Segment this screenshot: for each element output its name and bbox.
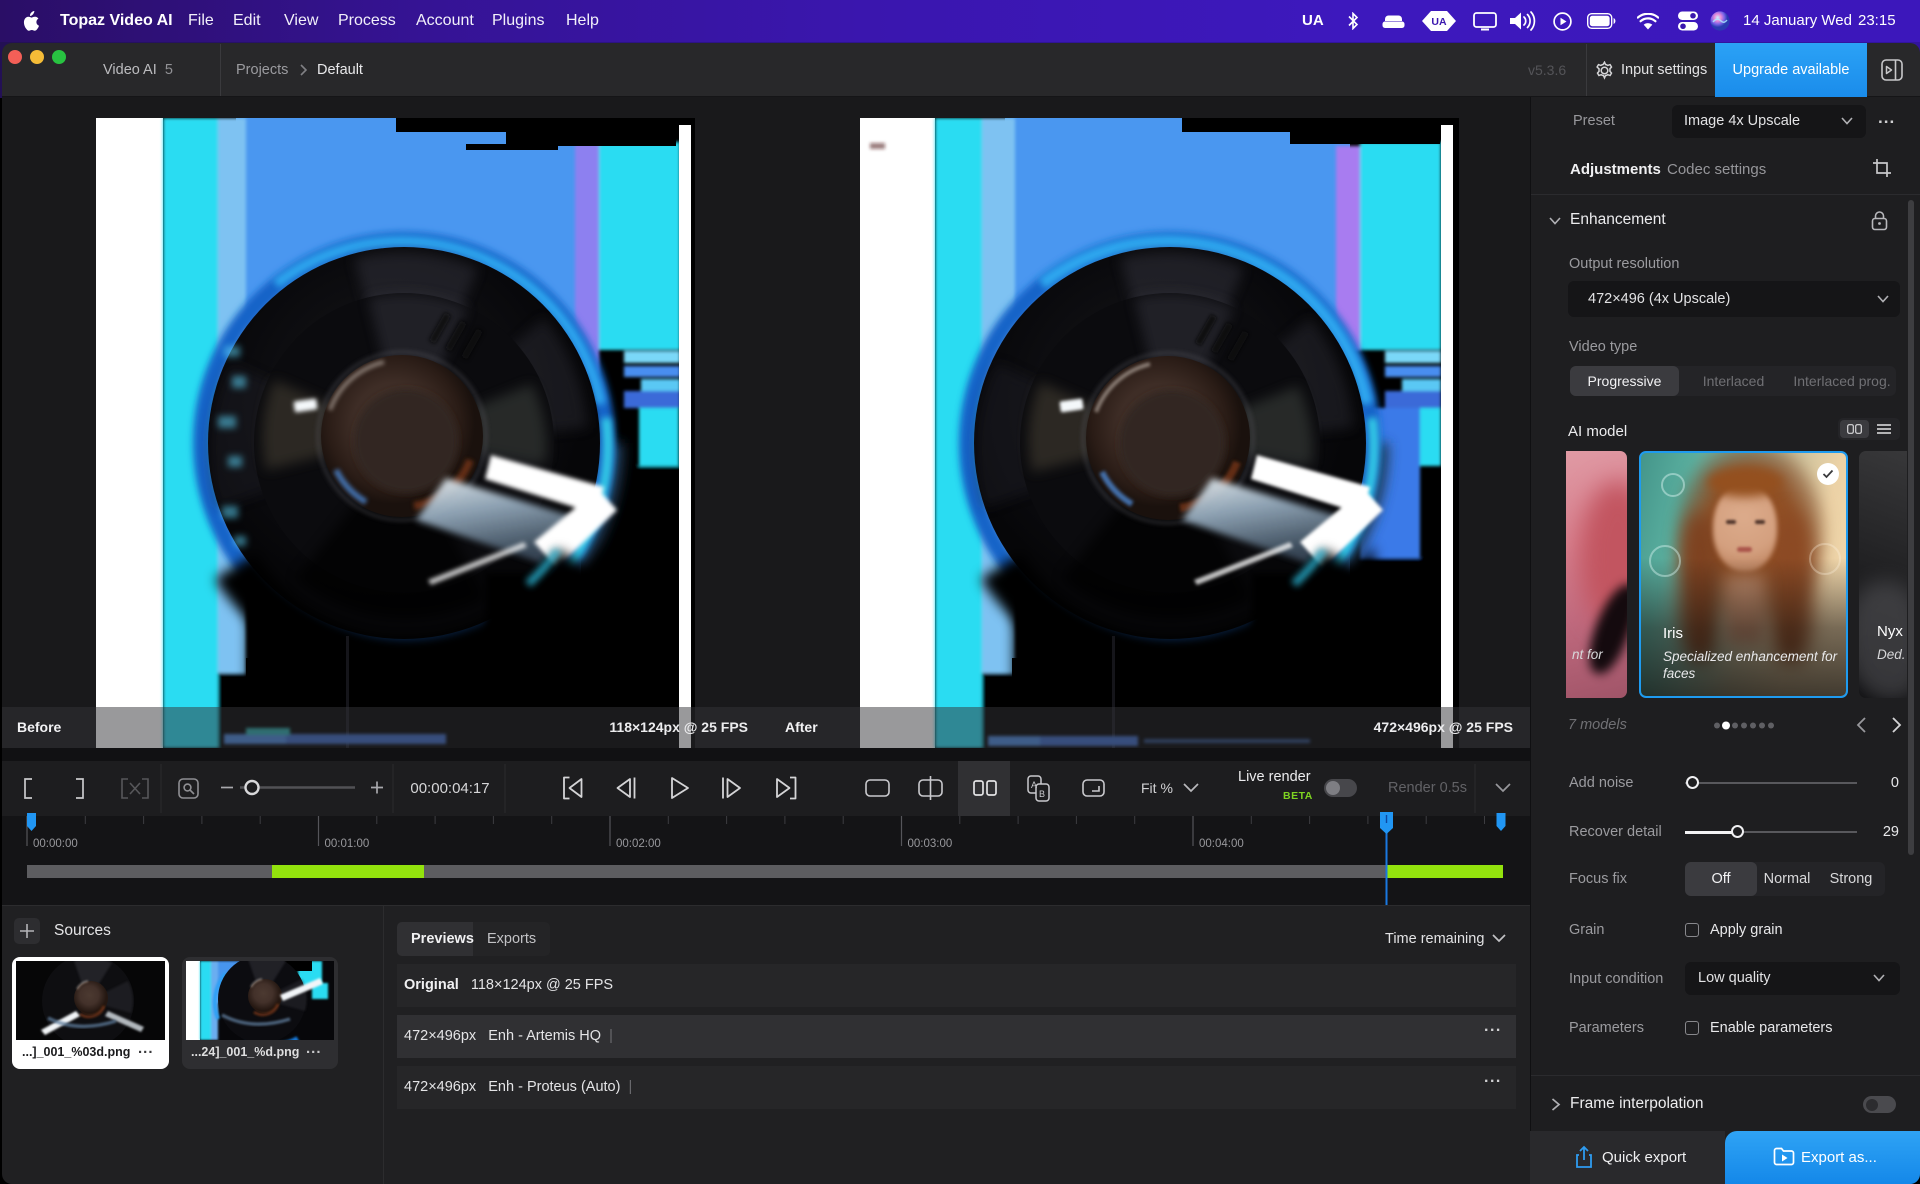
svg-text:00:02:00: 00:02:00 xyxy=(616,838,661,850)
svg-text:00:01:00: 00:01:00 xyxy=(325,838,370,850)
svg-text:00:04:00: 00:04:00 xyxy=(1199,838,1244,850)
svg-text:UA: UA xyxy=(1431,16,1447,28)
svg-text:00:00:00: 00:00:00 xyxy=(33,838,78,850)
svg-text:A: A xyxy=(1031,780,1037,790)
svg-text:B: B xyxy=(1039,789,1045,799)
svg-text:00:03:00: 00:03:00 xyxy=(908,838,953,850)
